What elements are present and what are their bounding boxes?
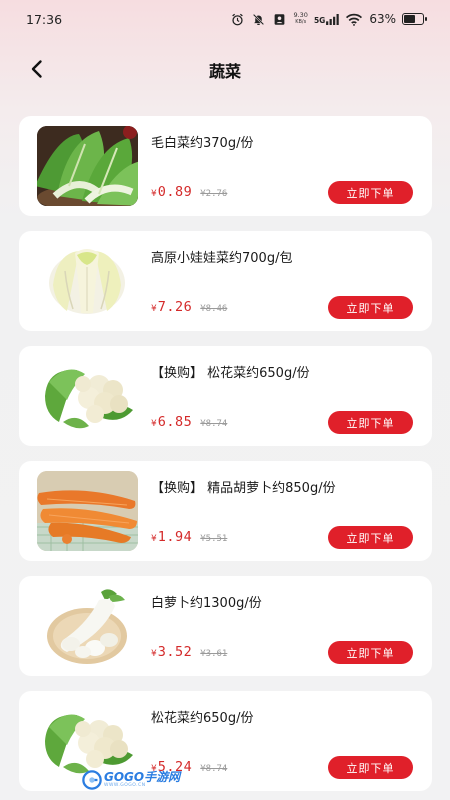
status-icons: 9.30 KB/s 5G 63% (230, 12, 427, 26)
order-now-button[interactable]: 立即下单 (328, 296, 413, 319)
original-price: ¥8.74 (200, 764, 228, 774)
signal-bars-icon (326, 13, 340, 25)
network-speed: 9.30 KB/s (293, 12, 307, 26)
baby-cabbage-illustration (49, 249, 125, 314)
net-speed-value: 9.30 (293, 11, 308, 19)
product-name: 松花菜约650g/份 (151, 711, 254, 726)
original-price: ¥2.76 (200, 189, 228, 199)
status-time: 17:36 (26, 11, 63, 27)
product-card[interactable]: 白萝卜约1300g/份 ¥ 3.52 ¥3.61 立即下单 (19, 576, 432, 676)
status-bar: 17:36 9.30 KB/s 5G 63% (0, 0, 450, 38)
currency-symbol: ¥ (151, 649, 157, 659)
original-price: ¥3.61 (200, 649, 228, 659)
white-radish-illustration (47, 589, 127, 664)
watermark-brand: GOGO手游网 (104, 770, 181, 784)
cauliflower-illustration (45, 369, 133, 429)
nav-bar: 蔬菜 (0, 48, 450, 90)
original-price: ¥8.46 (200, 304, 228, 314)
order-now-button[interactable]: 立即下单 (328, 641, 413, 664)
original-price: ¥8.74 (200, 419, 228, 429)
order-now-button[interactable]: 立即下单 (328, 411, 413, 434)
currency-symbol: ¥ (151, 419, 157, 429)
currency-symbol: ¥ (151, 534, 157, 544)
product-name: 毛白菜约370g/份 (151, 136, 254, 151)
wifi-icon (346, 13, 363, 26)
original-price: ¥5.51 (200, 534, 228, 544)
mute-bell-icon (253, 13, 265, 25)
carrot-illustration (37, 471, 138, 551)
product-image-bok-choy (37, 126, 138, 206)
product-card[interactable]: 松花菜约650g/份 ¥ 5.24 ¥8.74 立即下单 (19, 691, 432, 791)
product-card[interactable]: 【换购】 精品胡萝卜约850g/份 ¥ 1.94 ¥5.51 立即下单 (19, 461, 432, 561)
cellular-signal: 5G (313, 13, 340, 25)
product-list: 毛白菜约370g/份 ¥ 0.89 ¥2.76 立即下单 高原小娃娃菜约700g… (19, 116, 432, 800)
product-image-baby-cabbage (37, 241, 138, 321)
product-image-white-radish (37, 586, 138, 666)
net-speed-unit: KB/s (295, 19, 307, 25)
product-name: 【换购】 松花菜约650g/份 (151, 366, 310, 381)
contact-card-icon (275, 13, 285, 25)
product-price: 7.26 (157, 299, 193, 315)
currency-symbol: ¥ (151, 304, 157, 314)
product-price: 0.89 (157, 184, 193, 200)
product-image-carrot (37, 471, 138, 551)
price-row: ¥ 3.52 ¥3.61 (151, 644, 227, 660)
alarm-icon (232, 13, 244, 25)
product-name: 白萝卜约1300g/份 (151, 596, 262, 611)
bok-choy-illustration (37, 126, 138, 206)
product-price: 3.52 (157, 644, 193, 660)
product-price: 6.85 (157, 414, 193, 430)
price-row: ¥ 7.26 ¥8.46 (151, 299, 227, 315)
price-row: ¥ 0.89 ¥2.76 (151, 184, 227, 200)
watermark-logo: GOGO手游网 WWW.GOGO.CN (82, 768, 180, 792)
battery-level (404, 15, 416, 23)
product-card[interactable]: 【换购】 松花菜约650g/份 ¥ 6.85 ¥8.74 立即下单 (19, 346, 432, 446)
page-title: 蔬菜 (208, 62, 241, 81)
price-row: ¥ 1.94 ¥5.51 (151, 529, 227, 545)
product-name: 高原小娃娃菜约700g/包 (151, 251, 293, 266)
product-card[interactable]: 高原小娃娃菜约700g/包 ¥ 7.26 ¥8.46 立即下单 (19, 231, 432, 331)
price-row: ¥ 6.85 ¥8.74 (151, 414, 227, 430)
gogo-logo-icon (82, 770, 102, 790)
battery-percent: 63% (369, 12, 396, 26)
order-now-button[interactable]: 立即下单 (328, 526, 413, 549)
product-name: 【换购】 精品胡萝卜约850g/份 (151, 481, 336, 496)
product-card[interactable]: 毛白菜约370g/份 ¥ 0.89 ¥2.76 立即下单 (19, 116, 432, 216)
battery-icon (402, 13, 427, 25)
product-image-cauliflower (37, 356, 138, 436)
network-type: 5G (313, 15, 326, 25)
product-price: 1.94 (157, 529, 193, 545)
order-now-button[interactable]: 立即下单 (328, 181, 413, 204)
currency-symbol: ¥ (151, 189, 157, 199)
order-now-button[interactable]: 立即下单 (328, 756, 413, 779)
